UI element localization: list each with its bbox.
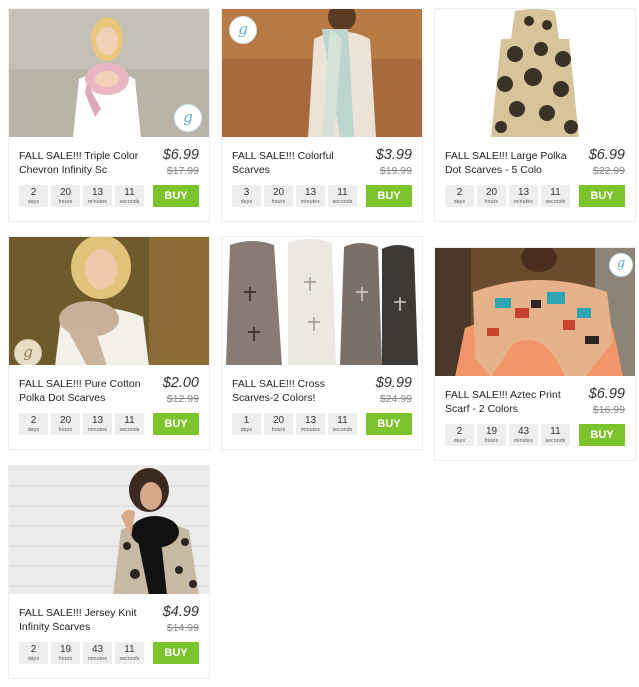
product-old-price: $17.99	[166, 165, 199, 177]
product-image[interactable]	[435, 9, 635, 138]
product-old-price: $16.99	[592, 404, 625, 416]
product-image[interactable]: g	[435, 248, 635, 377]
timer-hours: 20 hours	[264, 413, 293, 435]
product-title[interactable]: FALL SALE!!! Triple Color Chevron Infini…	[19, 149, 154, 177]
timer-seconds: 11 seconds	[541, 424, 570, 446]
product-old-price: $19.99	[379, 165, 412, 177]
buy-button[interactable]: BUY	[153, 413, 199, 435]
timer-days: 3 days	[232, 185, 261, 207]
product-title[interactable]: FALL SALE!!! Colorful Scarves	[232, 149, 367, 177]
product-image[interactable]: g	[9, 237, 209, 366]
timer-minutes: 13 minutes	[509, 185, 538, 207]
timer-hours: 20 hours	[477, 185, 506, 207]
product-old-price: $24.99	[379, 393, 412, 405]
brand-logo-icon: g	[229, 16, 257, 44]
buy-button[interactable]: BUY	[366, 413, 412, 435]
timer-minutes: 13 minutes	[296, 185, 325, 207]
product-price: $9.99	[375, 375, 412, 391]
product-title[interactable]: FALL SALE!!! Cross Scarves-2 Colors!	[232, 377, 367, 405]
timer-hours: 20 hours	[51, 413, 80, 435]
product-title[interactable]: FALL SALE!!! Aztec Print Scarf - 2 Color…	[445, 388, 580, 416]
timer-minutes: 43 minutes	[509, 424, 538, 446]
timer-days: 2 days	[19, 642, 48, 664]
timer-days: 2 days	[19, 185, 48, 207]
product-card: g FALL SALE!!! Aztec Print Scarf - 2 Col…	[434, 247, 636, 461]
countdown-timer: 2 days 20 hours 13 minutes 11 seconds	[19, 413, 144, 435]
timer-seconds: 11 seconds	[115, 413, 144, 435]
buy-button[interactable]: BUY	[579, 185, 625, 207]
timer-days: 2 days	[445, 424, 474, 446]
timer-seconds: 11 seconds	[328, 185, 357, 207]
countdown-timer: 2 days 19 hours 43 minutes 11 seconds	[445, 424, 570, 446]
countdown-timer: 1 days 20 hours 13 minutes 11 seconds	[232, 413, 357, 435]
product-info: FALL SALE!!! Aztec Print Scarf - 2 Color…	[435, 376, 635, 460]
timer-minutes: 13 minutes	[83, 185, 112, 207]
product-image[interactable]: g	[222, 9, 422, 138]
product-info: FALL SALE!!! Jersey Knit Infinity Scarve…	[9, 594, 209, 678]
product-info: FALL SALE!!! Pure Cotton Polka Dot Scarv…	[9, 365, 209, 449]
product-card: g FALL SALE!!! Colorful Scarves $3.99 $1…	[221, 8, 423, 222]
buy-button[interactable]: BUY	[366, 185, 412, 207]
countdown-timer: 3 days 20 hours 13 minutes 11 seconds	[232, 185, 357, 207]
product-image[interactable]: g	[9, 9, 209, 138]
timer-seconds: 11 seconds	[115, 185, 144, 207]
buy-button[interactable]: BUY	[579, 424, 625, 446]
product-info: FALL SALE!!! Large Polka Dot Scarves - 5…	[435, 137, 635, 221]
product-price: $6.99	[588, 147, 625, 163]
timer-hours: 19 hours	[51, 642, 80, 664]
timer-minutes: 43 minutes	[83, 642, 112, 664]
product-price: $3.99	[375, 147, 412, 163]
product-info: FALL SALE!!! Triple Color Chevron Infini…	[9, 137, 209, 221]
product-price: $2.00	[162, 375, 199, 391]
countdown-timer: 2 days 20 hours 13 minutes 11 seconds	[445, 185, 570, 207]
product-old-price: $12.99	[166, 393, 199, 405]
product-card: FALL SALE!!! Large Polka Dot Scarves - 5…	[434, 8, 636, 222]
countdown-timer: 2 days 19 hours 43 minutes 11 seconds	[19, 642, 144, 664]
timer-hours: 20 hours	[264, 185, 293, 207]
brand-logo-icon: g	[14, 339, 42, 366]
product-image[interactable]	[9, 466, 209, 595]
product-image[interactable]	[222, 237, 422, 366]
brand-logo-icon: g	[174, 104, 202, 132]
countdown-timer: 2 days 20 hours 13 minutes 11 seconds	[19, 185, 144, 207]
product-title[interactable]: FALL SALE!!! Pure Cotton Polka Dot Scarv…	[19, 377, 154, 405]
timer-seconds: 11 seconds	[328, 413, 357, 435]
product-price: $6.99	[162, 147, 199, 163]
product-card: FALL SALE!!! Jersey Knit Infinity Scarve…	[8, 465, 210, 679]
brand-logo-icon: g	[609, 253, 633, 277]
timer-days: 1 days	[232, 413, 261, 435]
timer-days: 2 days	[19, 413, 48, 435]
product-card: g FALL SALE!!! Triple Color Chevron Infi…	[8, 8, 210, 222]
timer-minutes: 13 minutes	[83, 413, 112, 435]
product-info: FALL SALE!!! Colorful Scarves $3.99 $19.…	[222, 137, 422, 221]
product-info: FALL SALE!!! Cross Scarves-2 Colors! $9.…	[222, 365, 422, 449]
product-title[interactable]: FALL SALE!!! Jersey Knit Infinity Scarve…	[19, 606, 154, 634]
buy-button[interactable]: BUY	[153, 185, 199, 207]
product-old-price: $14.99	[166, 622, 199, 634]
product-title[interactable]: FALL SALE!!! Large Polka Dot Scarves - 5…	[445, 149, 580, 177]
timer-hours: 20 hours	[51, 185, 80, 207]
buy-button[interactable]: BUY	[153, 642, 199, 664]
product-price: $4.99	[162, 604, 199, 620]
product-price: $6.99	[588, 386, 625, 402]
timer-hours: 19 hours	[477, 424, 506, 446]
product-old-price: $22.99	[592, 165, 625, 177]
timer-minutes: 13 minutes	[296, 413, 325, 435]
product-card: g FALL SALE!!! Pure Cotton Polka Dot Sca…	[8, 236, 210, 450]
timer-days: 2 days	[445, 185, 474, 207]
timer-seconds: 11 seconds	[115, 642, 144, 664]
timer-seconds: 11 seconds	[541, 185, 570, 207]
product-card: FALL SALE!!! Cross Scarves-2 Colors! $9.…	[221, 236, 423, 450]
